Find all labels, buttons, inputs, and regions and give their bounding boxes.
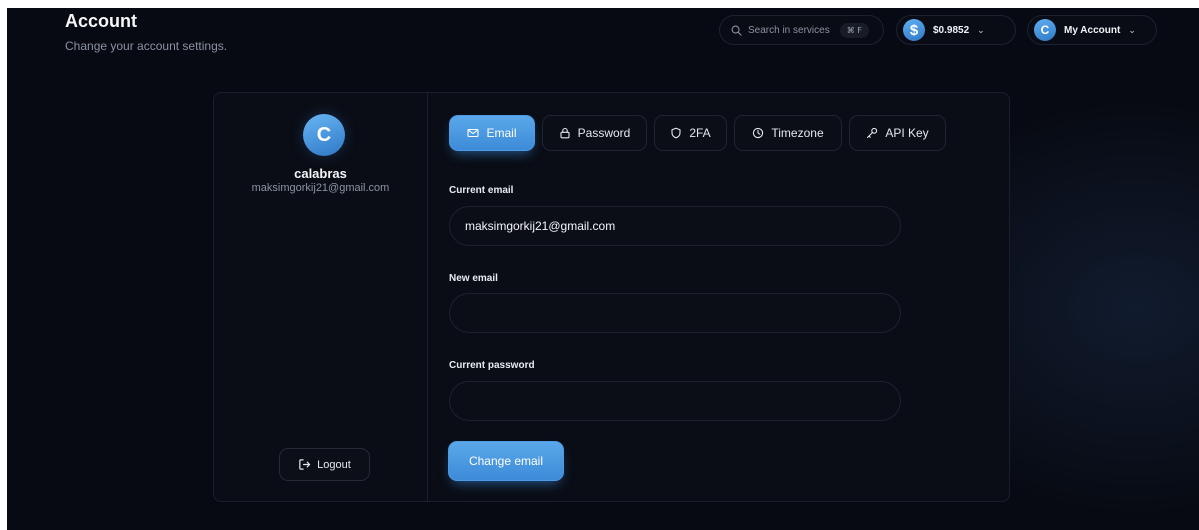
tab-api-key[interactable]: API Key: [849, 115, 946, 151]
card-divider: [427, 93, 428, 501]
lock-icon: [560, 127, 570, 139]
tab-email[interactable]: Email: [449, 115, 535, 151]
change-email-button[interactable]: Change email: [448, 441, 564, 481]
shield-icon: [671, 127, 681, 139]
profile-username: calabras: [294, 166, 347, 181]
tab-label: Password: [577, 126, 631, 140]
dollar-icon: $: [903, 19, 925, 41]
search-placeholder: Search in services: [748, 24, 830, 36]
search-icon: [731, 25, 742, 36]
key-icon: [867, 127, 878, 139]
current-email-field[interactable]: [449, 206, 901, 246]
app-window: Account Change your account settings. Se…: [7, 8, 1199, 530]
account-settings-card: C calabras maksimgorkij21@gmail.com Logo…: [213, 92, 1010, 502]
settings-tabs: Email Password 2FA Timezone API Key: [449, 115, 946, 151]
logout-label: Logout: [317, 458, 351, 471]
tab-label: API Key: [885, 126, 929, 140]
tab-label: Timezone: [771, 126, 824, 140]
logout-button[interactable]: Logout: [279, 448, 370, 481]
profile-avatar: C: [303, 114, 345, 156]
chevron-down-icon: ⌄: [1128, 24, 1136, 35]
new-email-field[interactable]: [449, 293, 901, 333]
logout-icon: [299, 459, 311, 470]
tab-label: Email: [486, 126, 517, 140]
balance-value: $0.9852: [933, 24, 970, 36]
search-box[interactable]: Search in services ⌘ F: [719, 15, 884, 45]
tab-timezone[interactable]: Timezone: [734, 115, 842, 151]
search-shortcut-badge: ⌘ F: [839, 22, 869, 38]
current-email-label: Current email: [449, 185, 514, 196]
page-title: Account: [65, 11, 137, 31]
current-password-label: Current password: [449, 360, 535, 371]
tab-2fa[interactable]: 2FA: [654, 115, 727, 151]
profile-email: maksimgorkij21@gmail.com: [251, 182, 390, 194]
tab-label: 2FA: [689, 126, 711, 140]
new-email-label: New email: [449, 273, 498, 284]
mail-icon: [467, 128, 480, 138]
avatar: C: [1034, 19, 1056, 41]
balance-dropdown[interactable]: $ $0.9852 ⌄: [896, 15, 1016, 45]
page-subtitle: Change your account settings.: [65, 39, 228, 53]
current-password-field[interactable]: [449, 381, 901, 421]
clock-icon: [753, 127, 764, 139]
account-dropdown[interactable]: C My Account ⌄: [1027, 15, 1157, 45]
account-label: My Account: [1064, 24, 1121, 36]
chevron-down-icon: ⌄: [977, 24, 985, 35]
tab-password[interactable]: Password: [542, 115, 647, 151]
